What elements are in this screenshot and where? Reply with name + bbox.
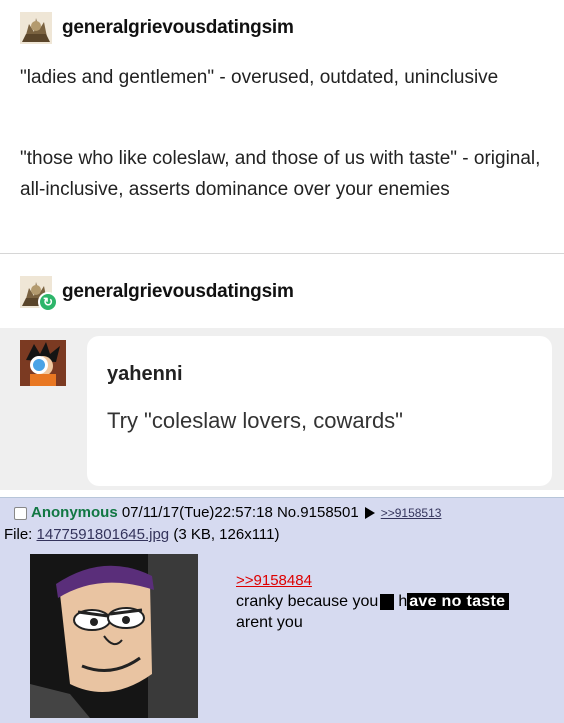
highlighted-text: ave no taste [407, 593, 510, 610]
post-datetime: 07/11/17(Tue)22:57:18 [121, 504, 273, 521]
reply-text: Try "coleslaw lovers, cowards" [107, 408, 403, 433]
redaction-box [380, 593, 395, 610]
original-post: generalgrievousdatingsim [0, 8, 564, 48]
reply-panel: yahenni Try "coleslaw lovers, cowards" [0, 328, 564, 490]
backlink[interactable]: >>9158513 [381, 506, 442, 520]
post-line: arent you [236, 614, 303, 631]
post-paragraph: "those who like coleslaw, and those of u… [20, 148, 541, 200]
reblog-icon: ↻ [38, 292, 58, 312]
username[interactable]: generalgrievousdatingsim [62, 17, 294, 39]
poster-name: Anonymous [31, 504, 118, 521]
menu-arrow-icon[interactable] [364, 507, 375, 520]
user-avatar[interactable]: ↻ [20, 276, 58, 312]
post-line: cranky because you [236, 593, 379, 610]
quote-link[interactable]: >>9158484 [236, 572, 312, 589]
post-thumbnail[interactable] [30, 554, 198, 718]
chat-bubble-icon [30, 356, 48, 374]
post-header: ↻ generalgrievousdatingsim [0, 272, 564, 312]
username[interactable]: generalgrievousdatingsim [62, 281, 294, 303]
imageboard-post: Anonymous 07/11/17(Tue)22:57:18 No.91585… [0, 497, 564, 723]
post-divider [0, 253, 564, 254]
file-meta: (3 KB, 126x111) [173, 526, 280, 543]
file-label: File: [4, 526, 33, 543]
file-info: File: 1477591801645.jpg (3 KB, 126x111) [4, 526, 280, 543]
file-link[interactable]: 1477591801645.jpg [37, 526, 170, 543]
post-info: Anonymous 07/11/17(Tue)22:57:18 No.91585… [14, 504, 441, 521]
reply-username[interactable]: yahenni [107, 363, 183, 386]
reblog-post: ↻ generalgrievousdatingsim [0, 272, 564, 312]
post-line-fragment: h [398, 593, 408, 610]
post-header: generalgrievousdatingsim [0, 8, 564, 48]
post-number[interactable]: No.9158501 [277, 504, 359, 521]
post-checkbox[interactable] [14, 506, 27, 520]
post-body: >>9158484 cranky because you h ave no tast… [236, 570, 510, 633]
reply-bubble: yahenni Try "coleslaw lovers, cowards" [87, 336, 552, 486]
user-avatar[interactable] [20, 12, 52, 44]
post-paragraph: "ladies and gentlemen" - overused, outda… [20, 67, 499, 88]
